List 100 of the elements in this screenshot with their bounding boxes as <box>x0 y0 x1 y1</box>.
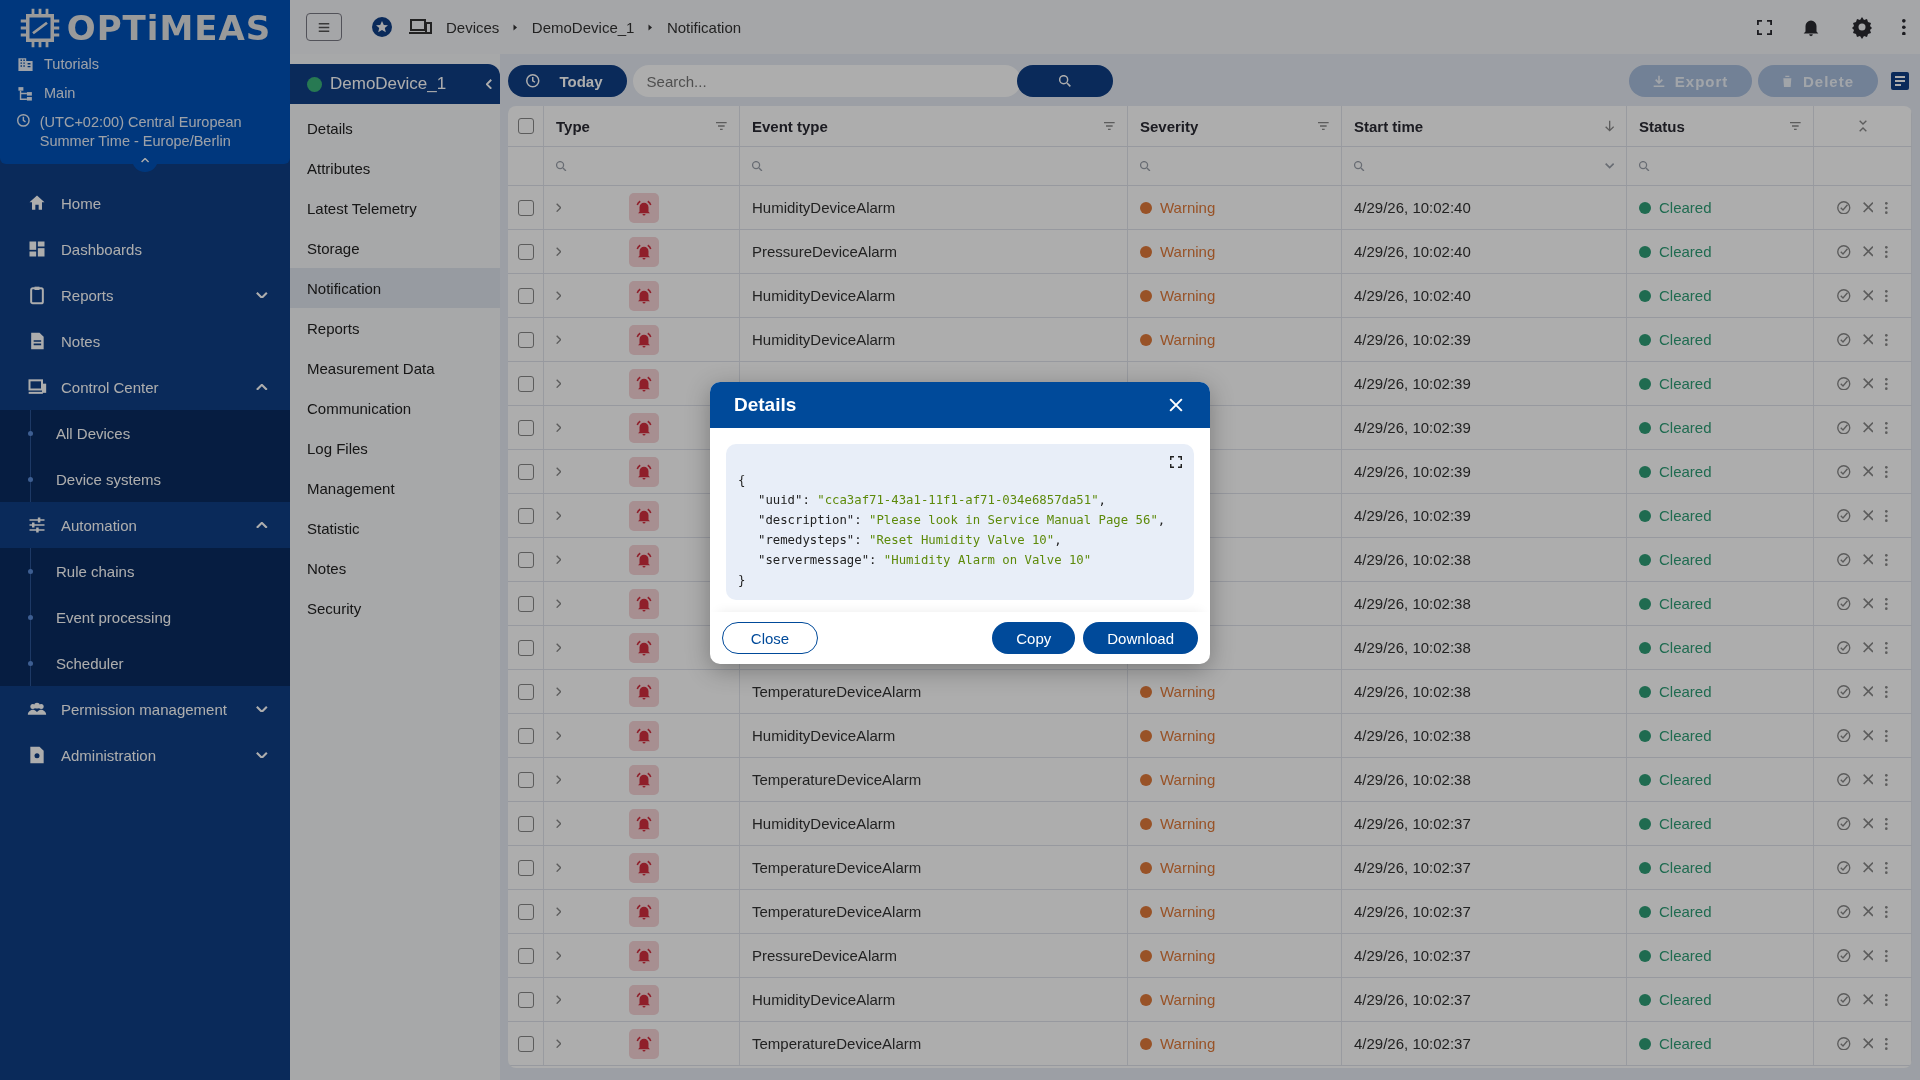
row-checkbox[interactable] <box>518 287 534 304</box>
severity-label: Warning <box>1140 727 1216 744</box>
search-icon <box>1354 160 1365 172</box>
device-menu-item[interactable]: Latest Telemetry <box>290 188 500 228</box>
close-button[interactable]: Close <box>722 622 818 654</box>
dropdown-caret-icon <box>1604 163 1614 169</box>
nav-subitem[interactable]: Scheduler <box>56 654 124 672</box>
select-all-checkbox[interactable] <box>518 118 534 134</box>
alarm-bell-icon <box>629 236 660 267</box>
device-menu-item[interactable]: Management <box>290 468 500 508</box>
row-checkbox[interactable] <box>518 507 534 524</box>
row-checkbox[interactable] <box>518 595 534 612</box>
clipboard-icon <box>27 285 47 305</box>
row-checkbox[interactable] <box>518 815 534 832</box>
breadcrumb-link[interactable]: DemoDevice_1 <box>531 18 635 36</box>
more-options-icon <box>1902 18 1906 36</box>
device-menu-item[interactable]: Notification <box>290 268 500 308</box>
column-header[interactable]: Severity <box>1140 117 1199 135</box>
expand-chevron-icon <box>556 1038 562 1049</box>
nav-item[interactable]: Permission management <box>0 686 290 732</box>
dialog-title: Details <box>734 394 798 416</box>
expand-chevron-icon <box>556 246 562 257</box>
row-checkbox[interactable] <box>518 991 534 1008</box>
breadcrumb-link[interactable]: Notification <box>666 18 742 36</box>
column-header[interactable]: Event type <box>752 117 828 135</box>
nav-item[interactable]: Administration <box>0 732 290 778</box>
filter-icon <box>716 122 727 130</box>
menu-button[interactable] <box>306 13 342 41</box>
action-button[interactable]: Download <box>1083 622 1198 654</box>
column-header[interactable]: Type <box>556 117 590 135</box>
clock-icon <box>526 74 540 88</box>
device-menu-item[interactable]: Statistic <box>290 508 500 548</box>
row-checkbox[interactable] <box>518 639 534 656</box>
row-checkbox[interactable] <box>518 859 534 876</box>
expand-chevron-icon <box>556 510 562 521</box>
acknowledge-icon <box>1837 376 1851 391</box>
info-text: Main <box>44 84 76 103</box>
device-menu-item[interactable]: Storage <box>290 228 500 268</box>
nav-item[interactable]: Reports <box>0 272 290 318</box>
alarm-bell-icon <box>629 632 660 663</box>
status-label: Cleared <box>1639 771 1712 788</box>
menu-icon <box>318 22 330 32</box>
breadcrumb-link[interactable]: Devices <box>446 18 500 36</box>
period-button[interactable]: Today <box>508 65 627 97</box>
nav-item[interactable]: Home <box>0 180 290 226</box>
search-field[interactable]: Search... <box>632 65 1021 97</box>
nav-item[interactable]: Notes <box>0 318 290 364</box>
table-cell: 4/29/26, 10:02:40 <box>1354 243 1471 260</box>
row-checkbox[interactable] <box>518 683 534 700</box>
row-checkbox[interactable] <box>518 199 534 216</box>
acknowledge-icon <box>1837 332 1851 347</box>
device-menu-item[interactable]: Reports <box>290 308 500 348</box>
alarm-bell-icon <box>629 676 660 707</box>
device-menu-item[interactable]: Details <box>290 108 500 148</box>
device-menu-item[interactable]: Security <box>290 588 500 628</box>
expand-chevron-icon <box>556 906 562 917</box>
device-menu-item[interactable]: Communication <box>290 388 500 428</box>
nav-item[interactable]: Control Center <box>0 364 290 410</box>
json-line: "servermessage": "Humidity Alarm on Valve 10" <box>757 552 1093 569</box>
table-cell: TemperatureDeviceAlarm <box>752 903 922 920</box>
column-header[interactable]: Start time <box>1354 117 1424 135</box>
nav-subitem[interactable]: All Devices <box>56 424 131 442</box>
nav-item[interactable]: Automation <box>0 502 290 548</box>
nav-subitem[interactable]: Rule chains <box>56 562 135 580</box>
nav-subitem[interactable]: Event processing <box>56 608 172 626</box>
status-label: Cleared <box>1639 595 1712 612</box>
table-cell: 4/29/26, 10:02:37 <box>1354 991 1471 1008</box>
nav-subitem[interactable]: Device systems <box>56 470 162 488</box>
device-menu-item[interactable]: Attributes <box>290 148 500 188</box>
column-header[interactable]: Status <box>1639 117 1685 135</box>
search-icon <box>556 160 567 172</box>
row-checkbox[interactable] <box>518 243 534 260</box>
expand-chevron-icon <box>556 818 562 829</box>
device-menu-item[interactable]: Notes <box>290 548 500 588</box>
table-cell: 4/29/26, 10:02:39 <box>1354 375 1471 392</box>
nav-item[interactable]: Dashboards <box>0 226 290 272</box>
device-menu-item[interactable]: Measurement Data <box>290 348 500 388</box>
more-options-icon <box>1885 509 1888 522</box>
chip-logo-icon <box>18 7 61 49</box>
row-checkbox[interactable] <box>518 375 534 392</box>
action-button[interactable]: Copy <box>992 622 1076 654</box>
device-menu-item[interactable]: Log Files <box>290 428 500 468</box>
table-cell: 4/29/26, 10:02:39 <box>1354 463 1471 480</box>
row-checkbox[interactable] <box>518 727 534 744</box>
row-checkbox[interactable] <box>518 419 534 436</box>
severity-label: Warning <box>1140 683 1216 700</box>
row-checkbox[interactable] <box>518 947 534 964</box>
row-checkbox[interactable] <box>518 771 534 788</box>
row-checkbox[interactable] <box>518 331 534 348</box>
row-checkbox[interactable] <box>518 1035 534 1052</box>
clear-icon <box>1862 466 1874 477</box>
clear-icon <box>1862 422 1874 433</box>
row-checkbox[interactable] <box>518 463 534 480</box>
alarm-bell-icon <box>629 764 660 795</box>
expand-chevron-icon <box>556 686 562 697</box>
row-checkbox[interactable] <box>518 551 534 568</box>
table-cell: PressureDeviceAlarm <box>752 243 898 260</box>
clear-icon <box>1862 730 1874 741</box>
row-checkbox[interactable] <box>518 903 534 920</box>
status-label: Cleared <box>1639 683 1712 700</box>
